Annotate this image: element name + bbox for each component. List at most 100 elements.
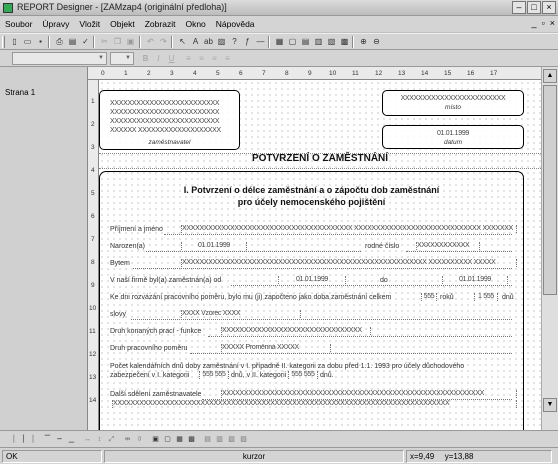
employment-to-field[interactable]: 01.01.1999 [442,276,508,284]
mdi-close-icon[interactable]: × [550,18,555,28]
employer-line-1[interactable]: XXXXXXXXXXXXXXXXXXXXXXXXX [110,100,220,107]
send-back-icon[interactable]: ▢ [162,434,173,445]
work-type-label[interactable]: Druh konaných prací - funkce [110,328,201,335]
print-icon[interactable]: ⎙ [53,36,66,48]
employer-line-3[interactable]: XXXXXXXXXXXXXXXXXXXXXXXXX [110,118,220,125]
pointer-tool-icon[interactable]: ↖ [176,36,189,48]
same-height-icon[interactable]: ↕ [94,434,105,445]
cut-icon[interactable]: ✂ [98,36,111,48]
days-cat2-field[interactable]: 555 555 [288,371,318,379]
days-label[interactable]: dnů [502,294,514,301]
text-tool-icon[interactable]: A [189,36,202,48]
lock-icon[interactable]: ▤ [202,434,213,445]
menu-napoveda[interactable]: Nápověda [211,19,260,29]
design-canvas[interactable]: XXXXXXXXXXXXXXXXXXXXXXXXX XXXXXXXXXXXXXX… [99,80,541,430]
section-title-2[interactable]: pro účely nemocenského pojištění [100,197,523,207]
close-button[interactable]: × [542,1,556,14]
zoom-out-icon[interactable]: ⊖ [370,36,383,48]
zoom-in-icon[interactable]: ⊕ [357,36,370,48]
menu-vlozit[interactable]: Vložit [74,19,105,29]
date-box[interactable]: 01.01.1999 datum [382,125,524,149]
born-field[interactable]: 01.01.1999 [181,242,247,250]
align-left-edges-icon[interactable]: ▕ [6,434,17,445]
chart-tool-icon[interactable]: ▧ [325,36,338,48]
mdi-minimize-icon[interactable]: _ [532,18,537,28]
mdi-restore-icon[interactable]: ▫ [542,18,545,28]
name-label[interactable]: Příjmení a jméno [110,226,163,233]
align-bottoms-icon[interactable]: ▁ [66,434,77,445]
section-title-1[interactable]: I. Potvrzení o délce zaměstnání a o zápo… [100,185,523,195]
days-count-text-2c[interactable]: dnů. [320,372,334,379]
menu-soubor[interactable]: Soubor [0,19,37,29]
save-icon[interactable]: ▪ [34,36,47,48]
days-cat1-field[interactable]: 555 555 [199,371,229,379]
address-label[interactable]: Bytem [110,260,130,267]
bold-icon[interactable]: B [140,53,151,64]
total-label[interactable]: Ke dni rozvázání pracovního poměru, bylo… [110,294,391,301]
words-label[interactable]: slovy [110,311,126,318]
employment-to-label[interactable]: do [380,277,388,284]
other-field-2[interactable]: XXXXXXXXXXXXXXXXXXXXXXXXXXXXXXXXXXXXXXXX… [112,400,517,408]
tab-order-icon[interactable]: ▨ [238,434,249,445]
align-centers-icon[interactable]: ┃ [18,434,29,445]
scroll-up-icon[interactable]: ▲ [543,69,557,83]
align-center-icon[interactable]: ≡ [196,53,207,64]
image-tool-icon[interactable]: ▨ [215,36,228,48]
date-value[interactable]: 01.01.1999 [383,130,523,137]
maximize-button[interactable]: □ [527,1,541,14]
birth-number-field[interactable]: XXXXXXXXXXXX [416,242,480,250]
spell-check-icon[interactable]: ✓ [79,36,92,48]
field-tool-icon[interactable]: ab [202,36,215,48]
snap-grid-icon[interactable]: ▩ [186,434,197,445]
years-label[interactable]: roků [440,294,454,301]
menu-okno[interactable]: Okno [180,19,210,29]
days-count-text-1[interactable]: Počet kalendářních dnů doby zaměstnání v… [110,363,464,370]
employer-line-2[interactable]: XXXXXXXXXXXXXXXXXXXXXXXXX [110,109,220,116]
space-horizontal-icon[interactable]: ⇹ [122,434,133,445]
scroll-thumb[interactable] [543,85,557,295]
address-field[interactable]: XXXXXXXXXXXXXXXXXXXXXXXXXXXXXXXXXXXXXXXX… [181,259,517,267]
document-heading[interactable]: POTVRZENÍ O ZAMĚSTNÁNÍ [99,153,541,164]
birth-number-label[interactable]: rodné číslo [365,243,399,250]
place-value[interactable]: XXXXXXXXXXXXXXXXXXXXXXXX [383,95,523,102]
vertical-scrollbar[interactable]: ▲ ▼ [541,67,558,430]
new-document-icon[interactable]: ▯ [8,36,21,48]
redo-icon[interactable]: ↷ [157,36,170,48]
frame-tool-icon[interactable]: ▢ [286,36,299,48]
employment-label[interactable]: V naší firmě byl(a) zaměstnán(a) od [110,277,221,284]
bring-front-icon[interactable]: ▣ [150,434,161,445]
align-tops-icon[interactable]: ▔ [42,434,53,445]
other-label[interactable]: Další sdělení zaměstnavatele [110,391,201,398]
ungroup-icon[interactable]: ▧ [226,434,237,445]
menu-zobrazit[interactable]: Zobrazit [140,19,181,29]
line-tool-icon[interactable]: — [254,36,267,48]
font-name-combo[interactable]: ▼ [12,52,107,65]
chevron-down-icon[interactable]: ▼ [96,53,106,64]
total-days-field[interactable]: 1 555 [474,293,498,301]
paste-icon[interactable]: ▣ [124,36,137,48]
employment-from-field[interactable]: 01.01.1999 [278,276,346,284]
contract-label[interactable]: Druh pracovního poměru [110,345,187,352]
copy-icon[interactable]: ❐ [111,36,124,48]
words-field[interactable]: XXXX Vzorec XXXX [181,310,301,318]
align-justify-icon[interactable]: ≡ [222,53,233,64]
variable-tool-icon[interactable]: ? [228,36,241,48]
menu-upravy[interactable]: Úpravy [37,19,74,29]
same-size-icon[interactable]: ⤢ [106,434,117,445]
other-field-1[interactable]: XXXXXXXXXXXXXXXXXXXXXXXXXXXXXXXXXXXXXXXX… [221,390,517,398]
band-tool-icon[interactable]: ▤ [299,36,312,48]
chevron-down-icon[interactable]: ▼ [123,53,133,64]
place-box[interactable]: XXXXXXXXXXXXXXXXXXXXXXXX místo [382,90,524,116]
italic-icon[interactable]: I [153,53,164,64]
born-label[interactable]: Narozen(a) [110,243,145,250]
open-folder-icon[interactable]: ▭ [21,36,34,48]
properties-icon[interactable]: ▩ [338,36,351,48]
font-size-combo[interactable]: ▼ [110,52,134,65]
main-form-frame[interactable]: I. Potvrzení o délce zaměstnání a o zápo… [99,171,524,430]
scroll-down-icon[interactable]: ▼ [543,398,557,412]
name-field[interactable]: XXXXXXXXXXXXXXXXXXXXXXXXXXXXXXXXXXXXXXX … [181,225,517,233]
group-icon[interactable]: ▥ [214,434,225,445]
print-preview-icon[interactable]: ▤ [66,36,79,48]
underline-icon[interactable]: U [166,53,177,64]
employer-box[interactable]: XXXXXXXXXXXXXXXXXXXXXXXXX XXXXXXXXXXXXXX… [99,90,240,150]
